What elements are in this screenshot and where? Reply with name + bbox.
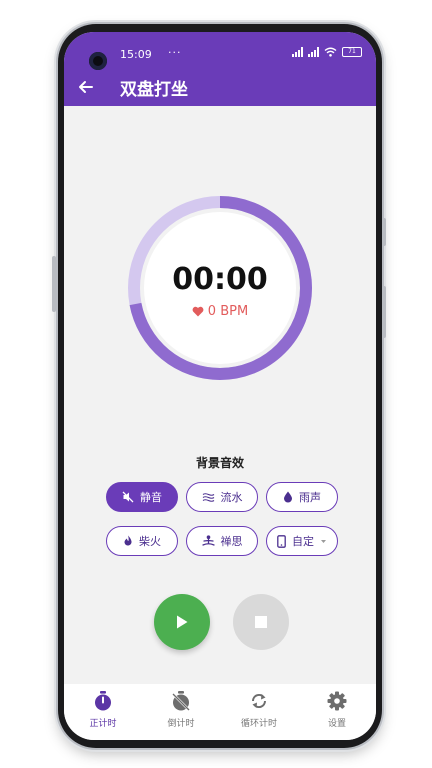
sound-option-fire[interactable]: 柴火: [106, 526, 178, 556]
status-bar: 15:09 ··· 71: [64, 32, 376, 72]
signal-icon: [308, 47, 319, 57]
nav-item-countdown[interactable]: 倒计时: [142, 684, 220, 740]
phone-icon: [277, 534, 286, 548]
sound-option-label: 自定: [292, 535, 314, 548]
sound-option-label: 静音: [140, 491, 162, 504]
bottom-nav: 正计时 倒计时 循环计时 设置: [64, 684, 376, 740]
play-icon: [177, 615, 188, 629]
wifi-icon: [324, 47, 337, 57]
heart-rate: 0 BPM: [64, 304, 376, 319]
nav-label: 循环计时: [240, 719, 277, 729]
battery-icon: 71: [342, 47, 362, 57]
sound-option-label: 禅思: [220, 535, 243, 548]
status-dots: ···: [168, 46, 182, 59]
play-button[interactable]: [154, 594, 210, 650]
water-flow-icon: [202, 493, 214, 502]
page-title: 双盘打坐: [120, 80, 188, 100]
loop-icon: [251, 693, 267, 709]
status-time: 15:09: [120, 48, 152, 61]
status-icons: 71: [292, 47, 362, 57]
nav-item-settings[interactable]: 设置: [298, 684, 376, 740]
sound-option-custom[interactable]: 自定: [266, 526, 338, 556]
arrow-back-icon[interactable]: [76, 77, 96, 97]
gear-icon: [327, 691, 347, 711]
sound-option-rain[interactable]: 雨声: [266, 482, 338, 512]
heart-icon: [192, 306, 204, 317]
sound-option-meditation[interactable]: 禅思: [186, 526, 258, 556]
mute-icon: [122, 491, 134, 503]
nav-label: 倒计时: [167, 719, 195, 729]
sound-option-water[interactable]: 流水: [186, 482, 258, 512]
phone-side-button: [382, 286, 386, 338]
phone-side-button: [52, 256, 56, 312]
sound-option-mute[interactable]: 静音: [106, 482, 178, 512]
meditation-icon: [201, 535, 215, 546]
nav-label: 正计时: [89, 719, 117, 729]
front-camera: [89, 52, 107, 70]
stop-icon: [255, 616, 267, 628]
sound-option-label: 柴火: [139, 535, 161, 548]
nav-item-count-up[interactable]: 正计时: [64, 684, 142, 740]
signal-icon: [292, 47, 303, 57]
phone-side-button: [382, 218, 386, 246]
sound-option-label: 雨声: [299, 491, 321, 504]
bpm-value: 0 BPM: [207, 304, 249, 319]
timer-off-icon: [172, 691, 190, 711]
app-bar: 双盘打坐: [64, 72, 376, 106]
fire-icon: [124, 535, 132, 546]
app-screen: 15:09 ··· 71 双盘打坐 00:00 0 BPM 背景音效 静音 流水…: [64, 32, 376, 740]
raindrop-icon: [284, 491, 292, 503]
timer-display: 00:00: [172, 262, 268, 297]
stop-button[interactable]: [233, 594, 289, 650]
sound-section-title: 背景音效: [195, 456, 244, 470]
nav-label: 设置: [327, 719, 346, 729]
nav-item-loop-timer[interactable]: 循环计时: [220, 684, 298, 740]
sound-option-label: 流水: [220, 491, 243, 504]
chevron-down-icon: [321, 539, 326, 543]
stopwatch-icon: [95, 691, 111, 711]
